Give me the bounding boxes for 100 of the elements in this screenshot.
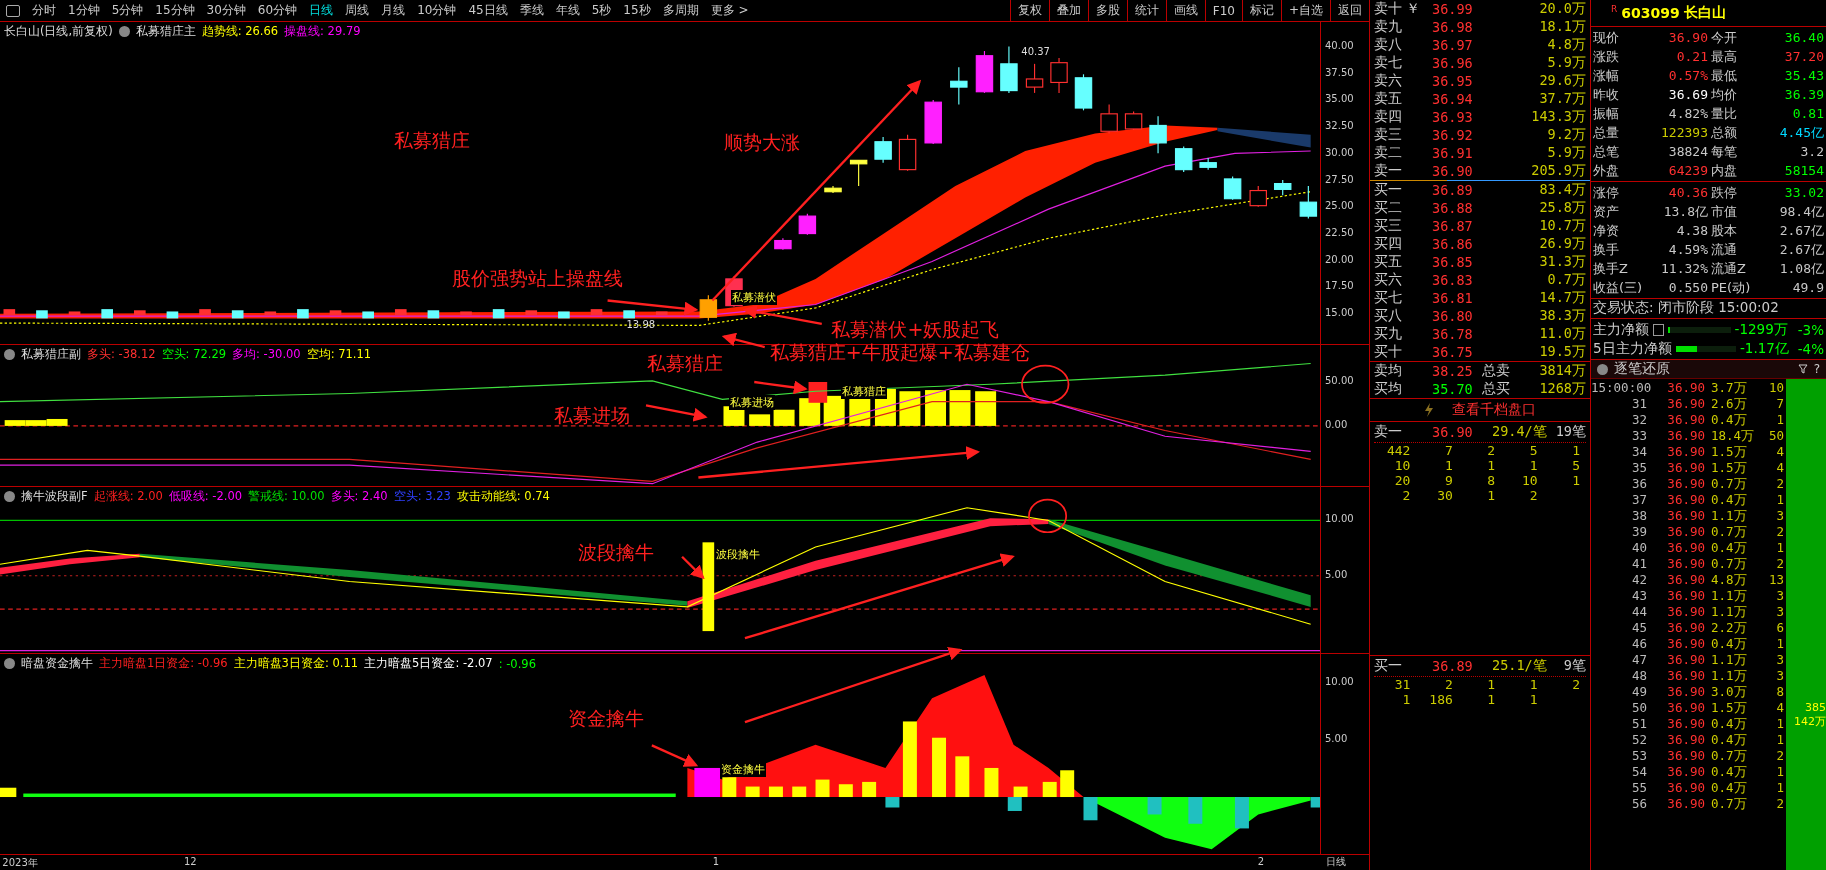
time-cell-text: 47 [1630, 652, 1648, 669]
signal-label: 波段擒牛 [715, 547, 761, 563]
order-depth-link[interactable]: 查看千档盘口 [1452, 401, 1536, 419]
period-tab[interactable]: 5分钟 [105, 2, 150, 19]
stat-label: 最高 [1711, 47, 1738, 66]
signal-label: 私募进场 [728, 394, 775, 410]
order-size-cell-text: 5 [1528, 443, 1539, 458]
stat-value: 122393 [1660, 125, 1709, 140]
toolbar-button[interactable]: F10 [1204, 0, 1242, 21]
volume-cell-text: 4.8万 [1710, 572, 1748, 589]
indicator-value: 多头: 2.40 [330, 489, 388, 504]
volume-cell-text: 0.4万 [1710, 780, 1748, 797]
filter-icon[interactable] [1797, 364, 1808, 374]
sidebar-toggle-icon[interactable] [6, 4, 20, 17]
toolbar-button[interactable]: 多股 [1087, 0, 1127, 21]
indicator-name[interactable]: 暗盘资金擒牛 [21, 656, 93, 671]
price-cell-text: 36.90 [1666, 668, 1705, 685]
period-tab[interactable]: 季线 [513, 2, 550, 19]
axis-label: 32.50 [1325, 120, 1354, 132]
stat-label: 股本 [1711, 221, 1738, 240]
axis-label: 35.00 [1325, 93, 1354, 105]
indicator-value: 主力暗盘3日资金: 0.11 [233, 656, 359, 671]
time-cell-text: 56 [1630, 796, 1648, 813]
toolbar-button[interactable]: 返回 [1330, 0, 1369, 21]
time-cell-text: 54 [1630, 764, 1648, 781]
volume-cell-text: 0.7万 [1710, 556, 1748, 573]
price-cell-text: 36.90 [1666, 780, 1705, 797]
chevron-down-icon[interactable] [4, 491, 15, 502]
highlight-circle [1021, 364, 1070, 404]
level-label: 卖九 [1374, 18, 1403, 36]
period-tab[interactable]: 5秒 [585, 2, 618, 19]
period-tab[interactable]: 15秒 [617, 2, 657, 19]
period-tab[interactable]: 分时 [26, 2, 62, 19]
indicator-name[interactable]: 私募猎庄副 [21, 347, 81, 362]
toolbar-button[interactable]: +自选 [1280, 0, 1330, 21]
axis-label: 5.00 [1325, 733, 1348, 744]
level-label: 卖八 [1374, 36, 1403, 54]
time-cell-text: 39 [1630, 524, 1648, 541]
indicator-name[interactable]: 擒牛波段副F [21, 489, 88, 504]
price-cell-text: 36.90 [1666, 572, 1705, 589]
period-tab[interactable]: 1分钟 [62, 2, 106, 19]
time-cell-text: 32 [1630, 412, 1648, 429]
chevron-down-icon[interactable] [4, 349, 15, 360]
period-tab[interactable]: 15分钟 [149, 2, 201, 19]
period-tab[interactable]: 30分钟 [200, 2, 252, 19]
candlestick [1149, 115, 1167, 154]
toolbar-button[interactable]: 标记 [1241, 0, 1281, 21]
time-cell-text: 53 [1630, 748, 1648, 765]
stat-value: 0.550 [1667, 280, 1709, 295]
period-tab[interactable]: 45日线 [462, 2, 514, 19]
price-cell-text: 36.90 [1666, 556, 1705, 573]
volume-cell-text: 4.8万 [1546, 36, 1586, 54]
toolbar-button[interactable]: 复权 [1009, 0, 1049, 21]
period-tab[interactable]: 10分钟 [411, 2, 463, 19]
price-cell-text: 36.86 [1432, 236, 1474, 252]
period-tab[interactable]: 日线 [303, 2, 340, 19]
candlestick [1100, 103, 1118, 135]
chevron-down-icon[interactable] [4, 658, 15, 669]
period-tab[interactable]: 年线 [549, 2, 586, 19]
count-cell-text: 3 [1775, 508, 1785, 525]
level-label: 卖四 [1374, 108, 1403, 126]
low-price-label: 13.98 [626, 318, 656, 330]
chevron-down-icon[interactable] [118, 26, 130, 37]
period-tab[interactable]: 多周期 [656, 2, 705, 19]
toolbar-button[interactable]: 叠加 [1048, 0, 1088, 21]
annotation-text: 顺势大涨 [724, 130, 801, 156]
stat-value: 11.32% [1660, 261, 1709, 276]
period-tab[interactable]: 60分钟 [251, 2, 304, 19]
period-tab[interactable]: 周线 [339, 2, 376, 19]
level-label: 买四 [1374, 235, 1403, 253]
order-size-cell-text: 1 [1486, 488, 1497, 503]
toolbar-button[interactable]: 统计 [1126, 0, 1166, 21]
indicator-bar [773, 409, 795, 426]
time-cell-text: 50 [1630, 700, 1648, 717]
list-icon[interactable] [1653, 323, 1664, 336]
time-cell-text: 33 [1630, 428, 1648, 445]
toolbar-button[interactable]: 画线 [1165, 0, 1205, 21]
period-tab[interactable]: 更多 > [704, 2, 755, 19]
annotation-text: 私募猎庄+牛股起爆+私募建仓 [769, 340, 1030, 366]
help-icon[interactable]: ? [1813, 362, 1820, 376]
stat-value: 2.67亿 [1778, 221, 1824, 240]
order-size-cell-text: 442 [1385, 443, 1412, 458]
stat-label: 外盘 [1593, 161, 1620, 180]
queue-label: 买一 [1374, 657, 1403, 675]
period-tab[interactable]: 月线 [375, 2, 412, 19]
volume-cell-text: 0.4万 [1710, 636, 1748, 653]
price-cell-text: 36.90 [1666, 716, 1705, 733]
chevron-down-icon[interactable] [1597, 363, 1608, 375]
count-cell-text: 2 [1775, 796, 1785, 813]
indicator-value: 警戒线: 10.00 [248, 489, 325, 504]
axis-label: 5.00 [1325, 569, 1348, 580]
price-cell-text: 36.90 [1666, 540, 1705, 557]
date-label: 2023年 [2, 856, 38, 870]
order-size-cell-text: 20 [1393, 473, 1412, 488]
indicator-name[interactable]: 私募猎庄主 [135, 24, 196, 39]
annotation-arrow [651, 744, 699, 767]
volume-cell-text: 143.3万 [1530, 108, 1586, 126]
volume-cell-text: 37.7万 [1538, 90, 1586, 108]
stat-label: 振幅 [1593, 104, 1620, 123]
price-cell-text: 36.94 [1432, 91, 1474, 107]
